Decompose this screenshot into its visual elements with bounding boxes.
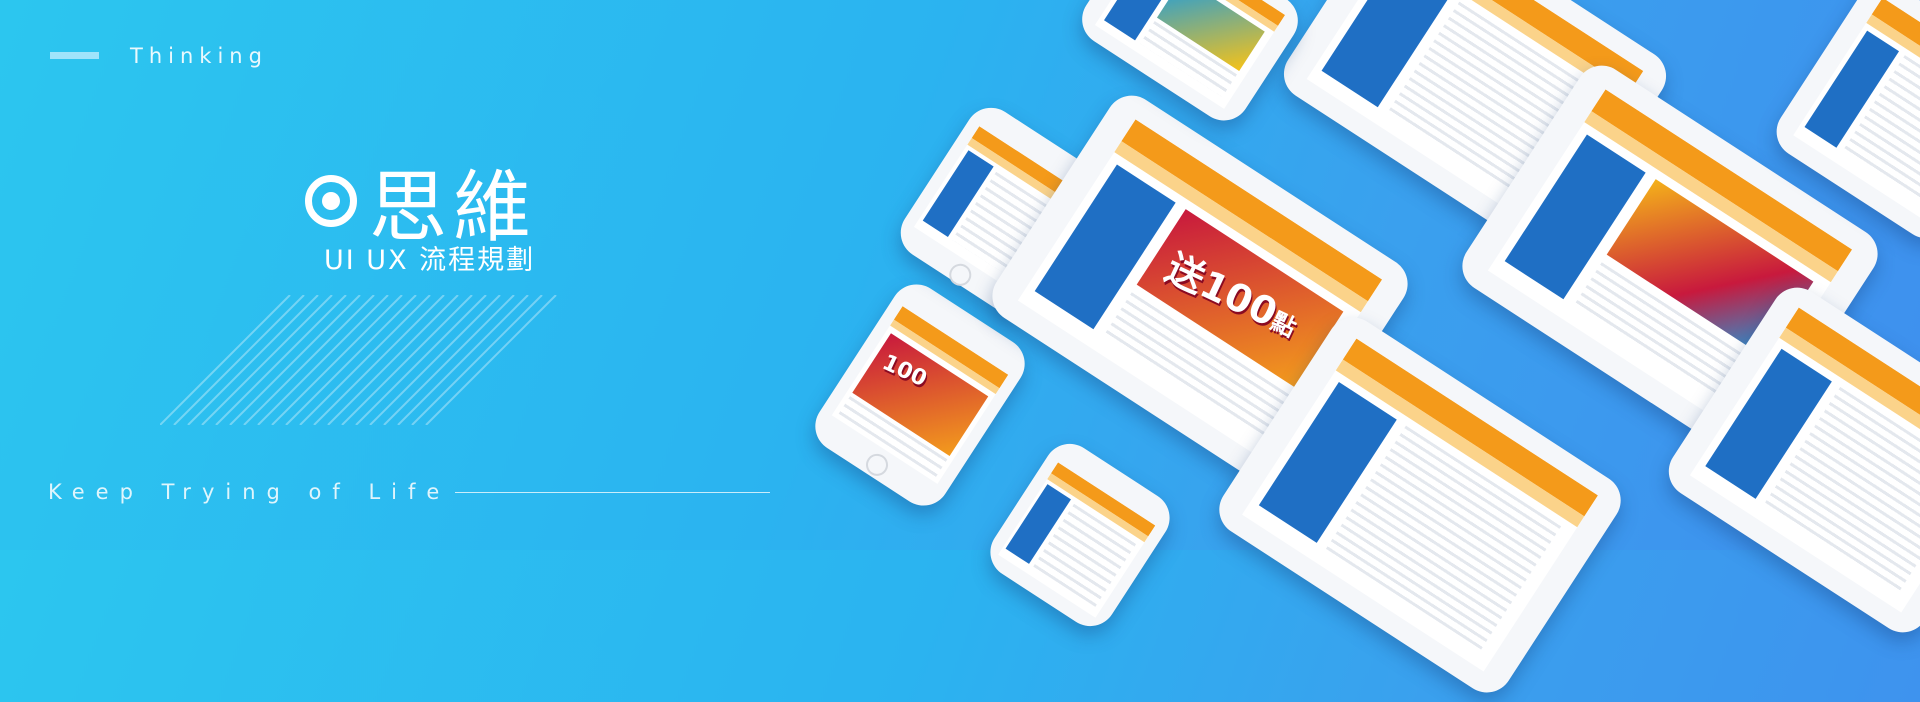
- tablet-screen: [1242, 338, 1598, 672]
- tablet-screen: [1793, 0, 1920, 223]
- tablet-screen: [1094, 0, 1286, 109]
- banner-highlight: 100: [878, 350, 931, 393]
- accent-dash: [50, 52, 99, 59]
- footer-tagline: Keep Trying of Life: [48, 480, 451, 504]
- hero-subtitle: UI UX 流程規劃: [324, 245, 536, 276]
- decorative-stripes: [160, 295, 557, 425]
- phone-mockup: [980, 433, 1180, 637]
- kicker-text: Thinking: [130, 44, 268, 68]
- target-circle-icon: [305, 175, 357, 227]
- phone-screen: 100: [831, 306, 1009, 484]
- phone-screen: [998, 462, 1156, 618]
- footer-divider: [455, 492, 770, 493]
